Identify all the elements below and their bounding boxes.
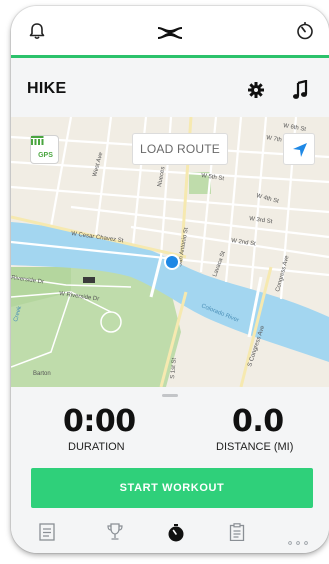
- trophy-icon: [107, 523, 123, 540]
- tab-record[interactable]: [167, 523, 185, 548]
- bell-icon[interactable]: [29, 22, 45, 45]
- tab-feed[interactable]: [39, 523, 55, 546]
- gps-signal-bars-icon: [31, 136, 44, 145]
- bottom-tab-bar: [11, 517, 329, 553]
- street-label-nueces: Nueces: [157, 166, 166, 187]
- under-armour-logo-icon: [156, 26, 184, 45]
- stopwatch-icon[interactable]: [296, 22, 314, 45]
- street-label-w3rd: W 3rd St: [249, 216, 273, 225]
- gear-icon[interactable]: [248, 82, 264, 103]
- phone-screen: HIKE W Cesar Chavez St W 5th St W 4th St…: [11, 6, 329, 553]
- feed-icon: [39, 523, 55, 541]
- tab-plans[interactable]: [229, 523, 245, 546]
- top-bar: [11, 6, 329, 58]
- current-location-dot: [166, 256, 178, 268]
- navigation-arrow-icon: [293, 143, 307, 157]
- locate-me-button[interactable]: [283, 133, 315, 165]
- activity-header: HIKE: [11, 61, 329, 117]
- more-dots-icon: [288, 541, 308, 545]
- gps-signal-indicator: GPS: [30, 135, 59, 164]
- distance-value: 0.0: [232, 404, 284, 439]
- clipboard-icon: [229, 523, 245, 542]
- route-map[interactable]: W Cesar Chavez St W 5th St W 4th St W 3r…: [11, 117, 329, 387]
- duration-value: 0:00: [63, 404, 136, 439]
- load-route-button[interactable]: LOAD ROUTE: [132, 133, 228, 165]
- street-label-s-1st: S 1st St: [170, 357, 178, 379]
- music-note-icon[interactable]: [292, 79, 308, 105]
- activity-type-title[interactable]: HIKE: [27, 80, 66, 98]
- panel-drag-handle[interactable]: [162, 394, 178, 397]
- street-label-w2nd: W 2nd St: [231, 238, 257, 247]
- distance-label: DISTANCE (MI): [216, 441, 294, 453]
- start-workout-button[interactable]: START WORKOUT: [31, 468, 313, 508]
- stopwatch-filled-icon: [168, 524, 184, 542]
- tab-challenges[interactable]: [106, 523, 124, 546]
- duration-label: DURATION: [68, 441, 125, 453]
- workout-stats-panel: 0:00 DURATION 0.0 DISTANCE (MI) START WO…: [11, 387, 329, 517]
- gps-label: GPS: [38, 152, 53, 159]
- street-label-barton: Barton: [33, 371, 51, 377]
- tab-more[interactable]: [288, 532, 308, 550]
